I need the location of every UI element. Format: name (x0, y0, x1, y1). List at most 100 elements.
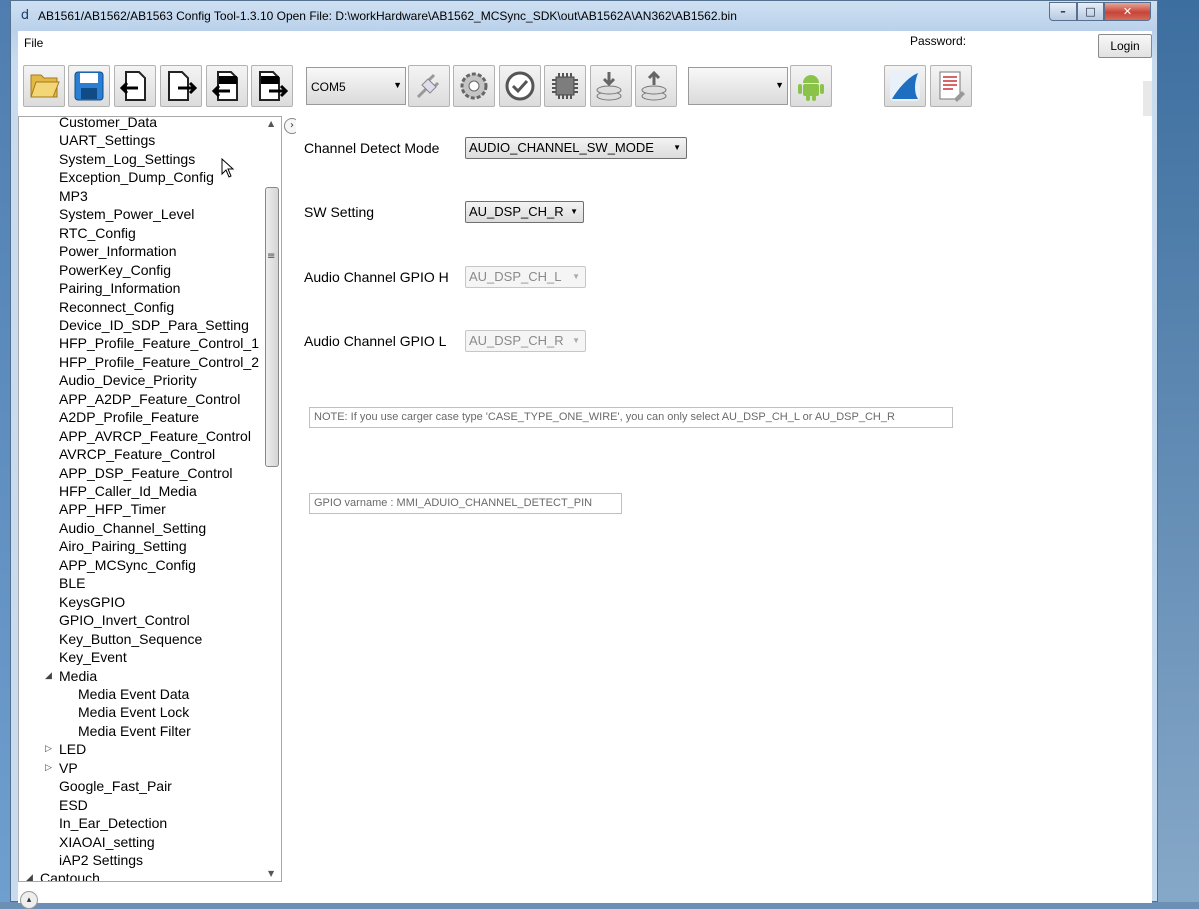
tree-item[interactable]: Power_Information (59, 242, 177, 260)
tree-expanded-icon[interactable]: ◢ (45, 671, 52, 681)
tree-item[interactable]: RTC_Config (59, 224, 136, 242)
tree-scrollbar[interactable]: ▲ ≡ ▼ (264, 117, 281, 881)
check-clock-icon[interactable] (499, 65, 541, 107)
tree-item[interactable]: APP_DSP_Feature_Control (59, 464, 233, 482)
menu-file[interactable]: File (24, 36, 43, 50)
tree-item[interactable]: HFP_Profile_Feature_Control_2 (59, 353, 259, 371)
tree-expanded-icon[interactable]: ◢ (26, 873, 33, 881)
tree-item[interactable]: Customer_Data (59, 117, 157, 131)
window-title: AB1561/AB1562/AB1563 Config Tool-1.3.10 … (38, 9, 737, 23)
tree-item[interactable]: Media Event Filter (78, 722, 191, 740)
export-icon[interactable] (160, 65, 202, 107)
tree-item[interactable]: UART_Settings (59, 131, 155, 149)
tree-item[interactable]: HFP_Caller_Id_Media (59, 482, 197, 500)
tree-item[interactable]: ESD (59, 796, 88, 814)
chevron-down-icon: ▼ (570, 207, 578, 216)
gpio-h-value: AU_DSP_CH_L (469, 269, 562, 284)
rofs-import-icon[interactable] (206, 65, 248, 107)
tree-item[interactable]: Key_Button_Sequence (59, 630, 202, 648)
com-port-value: COM5 (311, 80, 346, 94)
device-select[interactable]: ▼ (688, 67, 788, 105)
tree-item[interactable]: Media Event Lock (78, 703, 189, 721)
tree-item[interactable]: BLE (59, 574, 85, 592)
tree-item[interactable]: Media Event Data (78, 685, 189, 703)
tree-item[interactable]: VP (59, 759, 78, 777)
tree-item[interactable]: Audio_Device_Priority (59, 371, 197, 389)
tree-item[interactable]: GPIO_Invert_Control (59, 611, 190, 629)
tree-item[interactable]: Audio_Channel_Setting (59, 519, 206, 537)
toolbar: COM5 ▼ ▼ (18, 61, 1148, 111)
gpio-l-label: Audio Channel GPIO L (304, 333, 447, 349)
android-icon[interactable] (790, 65, 832, 107)
scroll-up-icon[interactable]: ▲ (268, 119, 274, 128)
sw-setting-select[interactable]: AU_DSP_CH_R ▼ (465, 201, 584, 223)
close-button[interactable]: ✕ (1104, 2, 1151, 21)
gpio-h-select[interactable]: AU_DSP_CH_L ▼ (465, 266, 586, 288)
chevron-down-icon: ▼ (673, 143, 681, 152)
gpio-h-label: Audio Channel GPIO H (304, 269, 449, 285)
channel-detect-mode-select[interactable]: AUDIO_CHANNEL_SW_MODE ▼ (465, 137, 687, 159)
tree-item[interactable]: Key_Event (59, 648, 127, 666)
tree-item[interactable]: Media (59, 667, 97, 685)
expand-circle-button[interactable]: ▴ (20, 891, 38, 909)
scroll-down-icon[interactable]: ▼ (268, 869, 274, 878)
maximize-button[interactable]: □ (1077, 2, 1104, 21)
rofs-export-icon[interactable] (251, 65, 293, 107)
tree-item[interactable]: MP3 (59, 187, 88, 205)
save-icon[interactable] (68, 65, 110, 107)
upload-disk-icon[interactable] (635, 65, 677, 107)
minimize-button[interactable]: – (1049, 2, 1077, 21)
folder-open-icon[interactable] (23, 65, 65, 107)
scrollbar-thumb[interactable] (265, 187, 279, 467)
password-label: Password: (910, 34, 967, 48)
tree-item[interactable]: Device_ID_SDP_Para_Setting (59, 316, 249, 334)
tree-item[interactable]: System_Power_Level (59, 205, 194, 223)
client-area: File Password: Login COM5 ▼ ▼ Customer_D… (18, 31, 1152, 909)
title-bar[interactable]: d AB1561/AB1562/AB1563 Config Tool-1.3.1… (11, 1, 1157, 31)
mouse-cursor-icon (221, 158, 235, 178)
com-port-select[interactable]: COM5 ▼ (306, 67, 406, 105)
tree-item[interactable]: Google_Fast_Pair (59, 777, 172, 795)
tree-collapsed-icon[interactable]: ▷ (45, 763, 52, 773)
tree-item[interactable]: In_Ear_Detection (59, 814, 167, 832)
tree-item[interactable]: APP_A2DP_Feature_Control (59, 390, 240, 408)
chevron-down-icon: ▼ (775, 80, 784, 90)
gpio-l-select[interactable]: AU_DSP_CH_R ▼ (465, 330, 586, 352)
login-button[interactable]: Login (1098, 34, 1152, 58)
chip-icon[interactable] (544, 65, 586, 107)
tree-item[interactable]: XIAOAI_setting (59, 833, 155, 851)
config-tool-window: d AB1561/AB1562/AB1563 Config Tool-1.3.1… (10, 0, 1158, 909)
tree-collapsed-icon[interactable]: ▷ (45, 744, 52, 754)
settings-gear-icon[interactable] (453, 65, 495, 107)
tree-item[interactable]: HFP_Profile_Feature_Control_1 (59, 334, 259, 352)
log-document-icon[interactable] (930, 65, 972, 107)
tree-item[interactable]: LED (59, 740, 86, 758)
tree-item[interactable]: Pairing_Information (59, 279, 180, 297)
tree-item[interactable]: iAP2 Settings (59, 851, 143, 869)
connect-plug-icon[interactable] (408, 65, 450, 107)
tree-item[interactable]: Captouch (40, 869, 100, 881)
tree-item[interactable]: Airo_Pairing_Setting (59, 537, 187, 555)
app-icon: d (20, 8, 30, 23)
tree-item[interactable]: System_Log_Settings (59, 150, 195, 168)
tree-item[interactable]: Exception_Dump_Config (59, 168, 214, 186)
tree-item[interactable]: APP_MCSync_Config (59, 556, 196, 574)
channel-detect-mode-label: Channel Detect Mode (304, 140, 440, 156)
import-icon[interactable] (114, 65, 156, 107)
tree-item[interactable]: A2DP_Profile_Feature (59, 408, 199, 426)
gpio-varname-text: GPIO varname : MMI_ADUIO_CHANNEL_DETECT_… (309, 493, 622, 514)
desktop-background-right (1158, 0, 1199, 902)
tree-item[interactable]: APP_AVRCP_Feature_Control (59, 427, 251, 445)
tree-item[interactable]: Reconnect_Config (59, 298, 174, 316)
tree-item[interactable]: AVRCP_Feature_Control (59, 445, 215, 463)
tree-item[interactable]: APP_HFP_Timer (59, 500, 166, 518)
wireshark-fin-icon[interactable] (884, 65, 926, 107)
desktop-background-left (0, 0, 10, 902)
tree-item[interactable]: KeysGPIO (59, 593, 125, 611)
download-disk-icon[interactable] (590, 65, 632, 107)
tree-item[interactable]: PowerKey_Config (59, 261, 171, 279)
channel-detect-mode-value: AUDIO_CHANNEL_SW_MODE (469, 140, 654, 155)
sw-setting-label: SW Setting (304, 204, 375, 220)
scrollbar-grip-icon: ≡ (267, 251, 276, 262)
chevron-down-icon: ▼ (572, 272, 580, 281)
